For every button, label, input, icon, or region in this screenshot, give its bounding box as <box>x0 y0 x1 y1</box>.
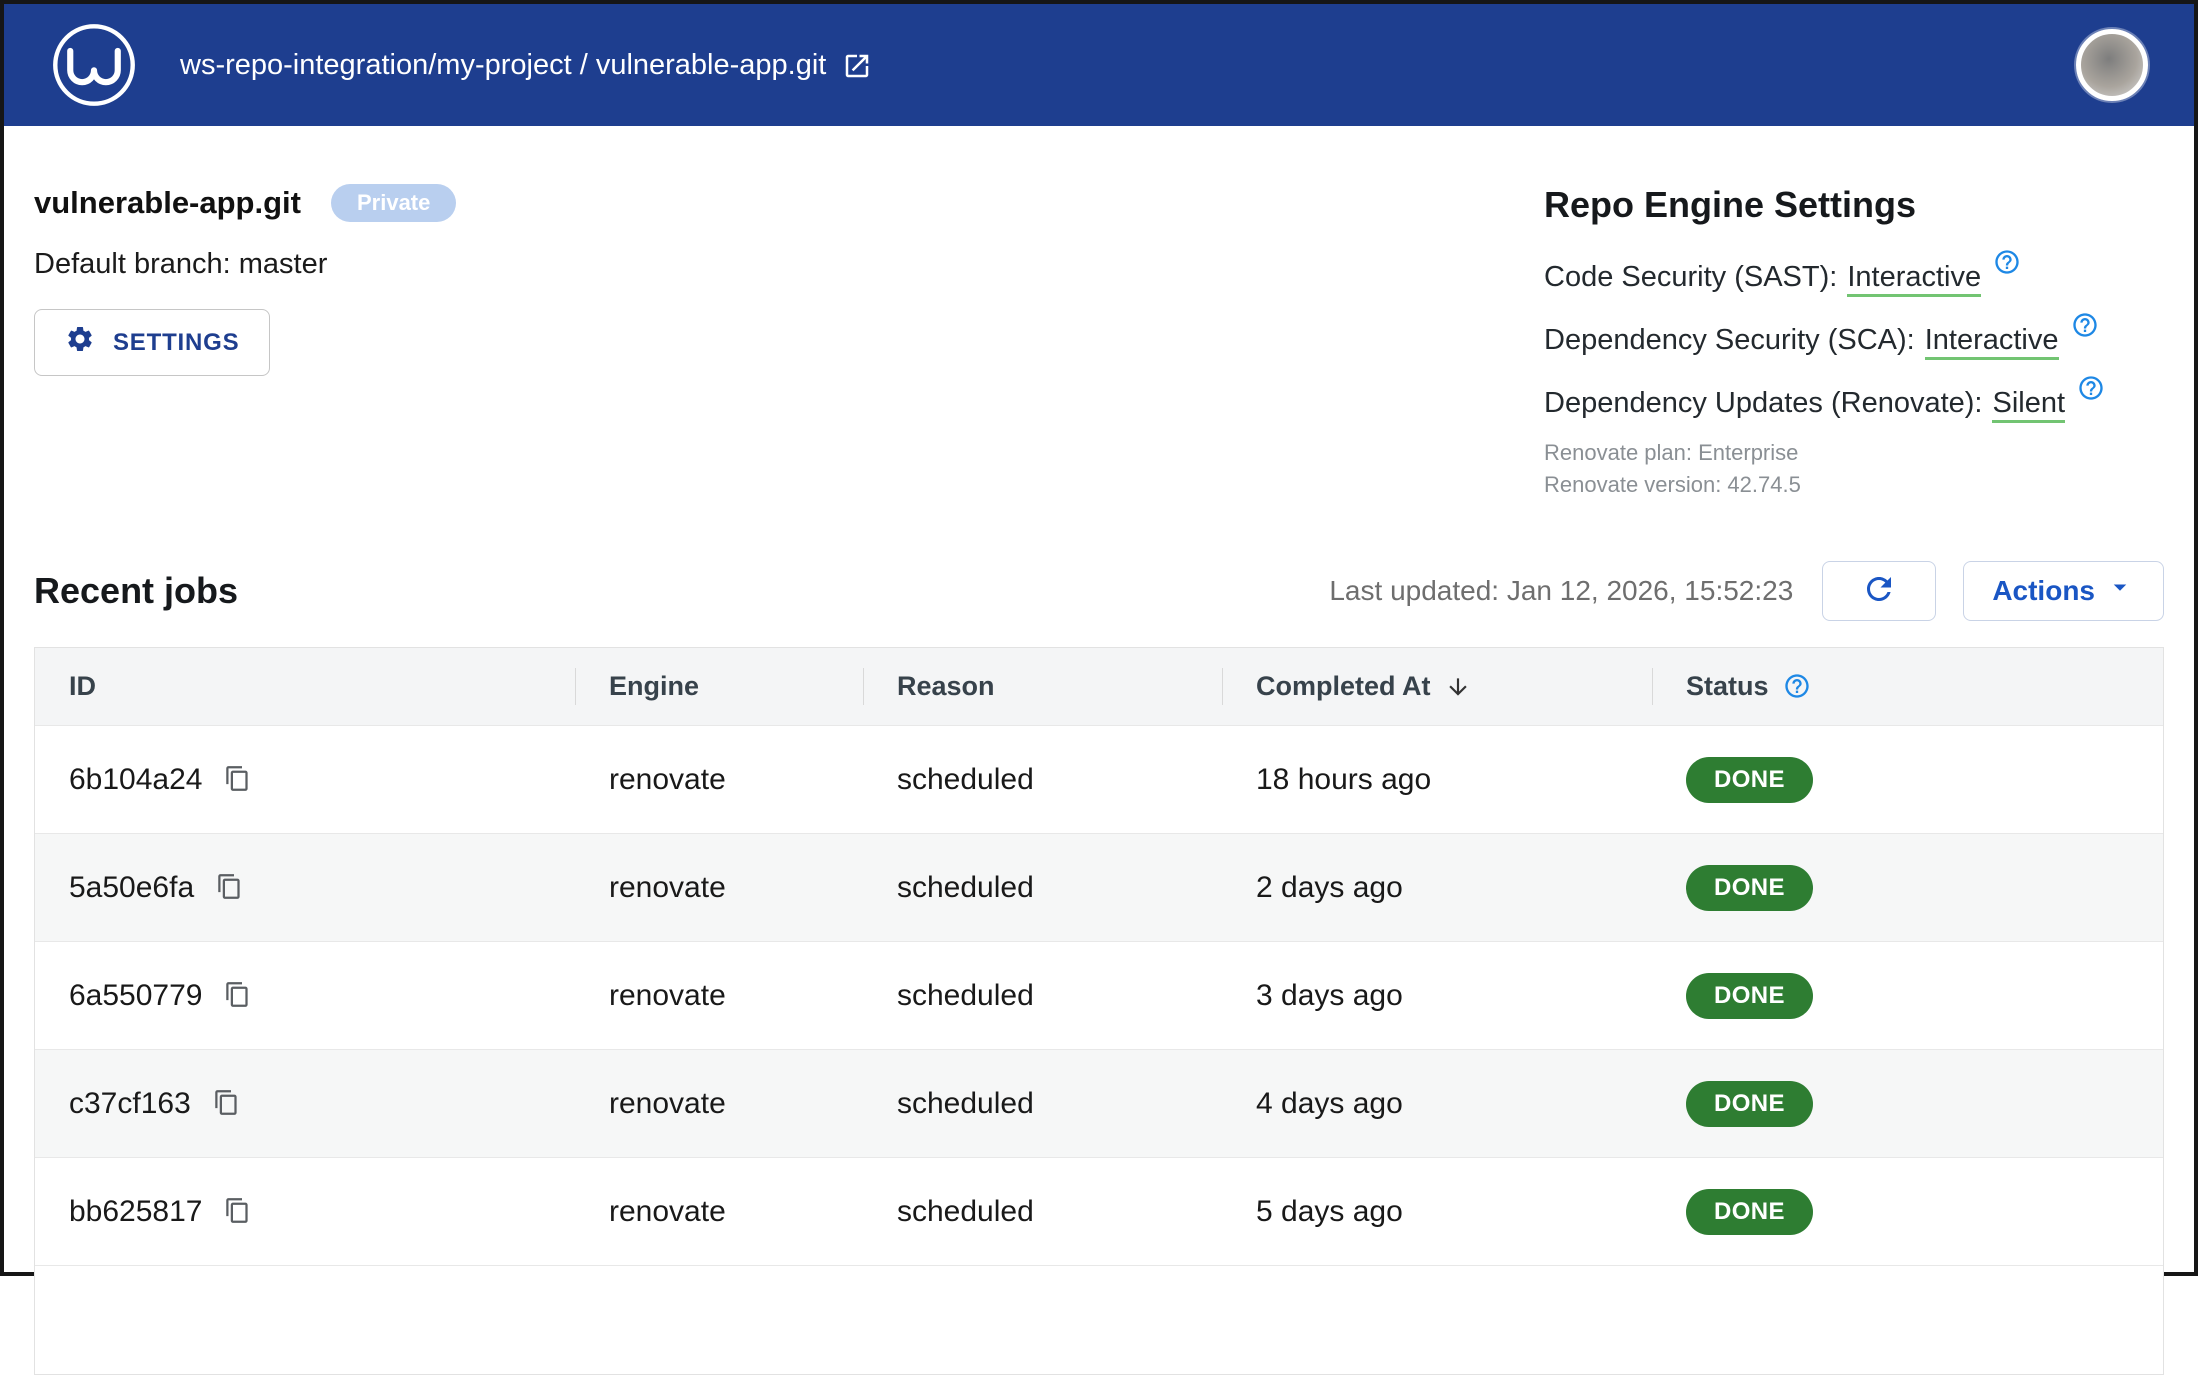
actions-button-label: Actions <box>1992 575 2095 607</box>
column-header-engine[interactable]: Engine <box>575 648 863 726</box>
table-row[interactable]: 5a50e6fa renovate scheduled 2 days ago D… <box>35 834 2163 942</box>
status-badge: DONE <box>1686 757 1813 803</box>
mend-logo[interactable] <box>50 21 138 109</box>
table-row[interactable]: c37cf163 renovate scheduled 4 days ago D… <box>35 1050 2163 1158</box>
job-status-cell: DONE <box>1652 726 2163 834</box>
column-header-id[interactable]: ID <box>35 648 575 726</box>
setting-label: Dependency Updates (Renovate): <box>1544 387 1982 419</box>
job-id-cell: c37cf163 <box>35 1050 575 1158</box>
external-link-icon[interactable] <box>842 49 872 82</box>
gear-icon <box>65 324 95 361</box>
setting-sca: Dependency Security (SCA): Interactive <box>1544 311 2164 357</box>
copy-icon[interactable] <box>224 1195 251 1228</box>
job-id: bb625817 <box>69 1195 202 1228</box>
job-id-cell: bb625817 <box>35 1158 575 1266</box>
job-completed-at: 5 days ago <box>1222 1158 1652 1266</box>
job-reason: scheduled <box>863 942 1222 1050</box>
last-updated-label: Last updated: Jan 12, 2026, 15:52:23 <box>1329 575 1793 607</box>
renovate-version: Renovate version: 42.74.5 <box>1544 469 2164 501</box>
recent-jobs-title: Recent jobs <box>34 570 238 612</box>
job-completed-at: 4 days ago <box>1222 1050 1652 1158</box>
table-row[interactable]: 6b104a24 renovate scheduled 18 hours ago… <box>35 726 2163 834</box>
settings-button-label: SETTINGS <box>113 329 239 357</box>
refresh-button[interactable] <box>1822 561 1936 621</box>
job-completed-at: 2 days ago <box>1222 834 1652 942</box>
status-badge: DONE <box>1686 973 1813 1019</box>
status-badge: DONE <box>1686 865 1813 911</box>
table-row-partial <box>35 1266 2163 1374</box>
table-row[interactable]: bb625817 renovate scheduled 5 days ago D… <box>35 1158 2163 1266</box>
renovate-plan: Renovate plan: Enterprise <box>1544 437 2164 469</box>
column-header-completed-at[interactable]: Completed At <box>1222 648 1652 726</box>
job-status-cell: DONE <box>1652 942 2163 1050</box>
help-icon[interactable] <box>2059 324 2099 356</box>
job-engine: renovate <box>575 942 863 1050</box>
job-engine: renovate <box>575 834 863 942</box>
table-header-row: ID Engine Reason Completed At Status <box>35 648 2163 726</box>
setting-sast: Code Security (SAST): Interactive <box>1544 248 2164 294</box>
copy-icon[interactable] <box>216 871 243 904</box>
help-icon[interactable] <box>1769 671 1811 701</box>
job-status-cell: DONE <box>1652 834 2163 942</box>
engine-settings-title: Repo Engine Settings <box>1544 184 2164 226</box>
job-status-cell: DONE <box>1652 1050 2163 1158</box>
setting-value-sca[interactable]: Interactive <box>1925 324 2059 360</box>
job-engine: renovate <box>575 1050 863 1158</box>
repo-info: vulnerable-app.git Private Default branc… <box>34 184 456 501</box>
setting-label: Code Security (SAST): <box>1544 261 1837 293</box>
job-id-cell: 5a50e6fa <box>35 834 575 942</box>
job-id: c37cf163 <box>69 1087 191 1120</box>
setting-label: Dependency Security (SCA): <box>1544 324 1915 356</box>
job-id: 6b104a24 <box>69 763 202 796</box>
top-navbar: ws-repo-integration/my-project / vulnera… <box>4 4 2194 126</box>
repo-engine-settings: Repo Engine Settings Code Security (SAST… <box>1544 184 2164 501</box>
recent-jobs-header: Recent jobs Last updated: Jan 12, 2026, … <box>34 561 2164 621</box>
copy-icon[interactable] <box>224 979 251 1012</box>
setting-renovate: Dependency Updates (Renovate): Silent <box>1544 374 2164 420</box>
refresh-icon <box>1861 571 1897 610</box>
actions-button[interactable]: Actions <box>1963 561 2164 621</box>
private-badge: Private <box>331 184 456 222</box>
job-reason: scheduled <box>863 1050 1222 1158</box>
avatar[interactable] <box>2076 29 2148 101</box>
job-id: 6a550779 <box>69 979 202 1012</box>
caret-down-icon <box>2105 572 2135 609</box>
settings-button[interactable]: SETTINGS <box>34 309 270 376</box>
job-engine: renovate <box>575 1158 863 1266</box>
repo-overview-section: vulnerable-app.git Private Default branc… <box>4 126 2194 501</box>
job-reason: scheduled <box>863 834 1222 942</box>
job-reason: scheduled <box>863 1158 1222 1266</box>
setting-value-renovate[interactable]: Silent <box>1992 387 2065 423</box>
help-icon[interactable] <box>2065 387 2105 419</box>
sort-desc-icon[interactable] <box>1431 671 1471 701</box>
job-engine: renovate <box>575 726 863 834</box>
column-header-reason[interactable]: Reason <box>863 648 1222 726</box>
mend-logo-icon <box>50 21 138 109</box>
job-completed-at: 18 hours ago <box>1222 726 1652 834</box>
job-id-cell: 6b104a24 <box>35 726 575 834</box>
repo-title: vulnerable-app.git <box>34 185 301 221</box>
job-id: 5a50e6fa <box>69 871 194 904</box>
status-badge: DONE <box>1686 1081 1813 1127</box>
table-row[interactable]: 6a550779 renovate scheduled 3 days ago D… <box>35 942 2163 1050</box>
copy-icon[interactable] <box>213 1087 240 1120</box>
job-reason: scheduled <box>863 726 1222 834</box>
jobs-table: ID Engine Reason Completed At Status 6b1… <box>34 647 2164 1375</box>
help-icon[interactable] <box>1981 261 2021 293</box>
copy-icon[interactable] <box>224 763 251 796</box>
breadcrumb[interactable]: ws-repo-integration/my-project / vulnera… <box>180 49 872 82</box>
column-header-status[interactable]: Status <box>1652 648 2163 726</box>
job-id-cell: 6a550779 <box>35 942 575 1050</box>
job-completed-at: 3 days ago <box>1222 942 1652 1050</box>
jobs-table-body: 6b104a24 renovate scheduled 18 hours ago… <box>35 726 2163 1374</box>
job-status-cell: DONE <box>1652 1158 2163 1266</box>
breadcrumb-text: ws-repo-integration/my-project / vulnera… <box>180 49 826 82</box>
default-branch-label: Default branch: master <box>34 248 456 281</box>
status-badge: DONE <box>1686 1189 1813 1235</box>
setting-value-sast[interactable]: Interactive <box>1847 261 1981 297</box>
